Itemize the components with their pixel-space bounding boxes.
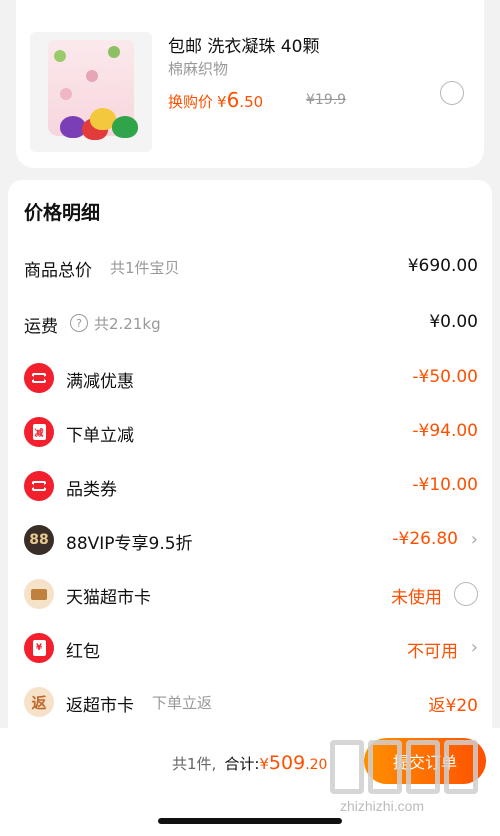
order-discount-label: 下单立减 xyxy=(66,426,134,446)
exchange-price-decimal: .50 xyxy=(239,93,264,111)
goods-total-label: 商品总价 xyxy=(24,261,92,281)
question-icon[interactable]: ? xyxy=(70,314,88,332)
red-envelope-icon: 减 xyxy=(24,417,54,447)
row-cashback-card: 返 返超市卡 下单立返 返¥20 xyxy=(24,687,478,719)
original-price: ¥19.9 xyxy=(306,92,347,108)
category-coupon-value: -¥10.00 xyxy=(412,475,478,495)
total-amount: ¥509.20 xyxy=(259,752,328,774)
full-reduction-label: 满减优惠 xyxy=(66,372,134,392)
ticket-icon xyxy=(24,363,54,393)
tmall-card-label: 天猫超市卡 xyxy=(66,588,151,608)
shipping-weight: 共2.21kg xyxy=(94,315,161,333)
chevron-right-icon[interactable]: › xyxy=(471,637,478,658)
red-packet-icon-text: ¥ xyxy=(32,640,46,656)
shipping-value: ¥0.00 xyxy=(429,312,478,332)
order-summary: 共1件, 合计:¥509.20 xyxy=(172,752,327,774)
tmall-card-radio[interactable] xyxy=(454,582,478,606)
chevron-right-icon[interactable]: › xyxy=(471,529,478,550)
row-red-packet[interactable]: ¥ 红包 不可用 › xyxy=(24,633,478,665)
checkout-bar: 共1件, 合计:¥509.20 提交订单 xyxy=(0,728,500,836)
red-packet-status: 不可用 xyxy=(407,642,458,662)
product-image[interactable] xyxy=(30,32,152,152)
total-label: 合计: xyxy=(224,755,260,773)
cashback-icon: 返 xyxy=(24,687,54,717)
product-title: 包邮 洗衣凝珠 40颗 xyxy=(168,37,320,57)
gift-card-icon xyxy=(24,579,54,609)
price-detail-card: 价格明细 商品总价 共1件宝贝 ¥690.00 运费 ? 共2.21kg ¥0.… xyxy=(8,180,492,728)
total-decimal: .20 xyxy=(305,757,328,773)
row-tmall-card[interactable]: 天猫超市卡 未使用 xyxy=(24,579,478,611)
shipping-label: 运费 xyxy=(24,317,58,337)
row-category-coupon[interactable]: 品类券 -¥10.00 xyxy=(24,471,478,503)
home-indicator xyxy=(158,818,342,824)
88vip-label: 88VIP专享9.5折 xyxy=(66,534,193,554)
exchange-price: 换购价 ¥6.50 xyxy=(168,88,263,112)
select-product-radio[interactable] xyxy=(440,81,464,105)
exchange-price-integer: 6 xyxy=(226,88,240,112)
ticket-icon xyxy=(24,471,54,501)
price-detail-title: 价格明细 xyxy=(24,202,101,224)
order-discount-icon-text: 减 xyxy=(32,424,46,440)
submit-order-button[interactable]: 提交订单 xyxy=(364,738,486,784)
cashback-note: 下单立返 xyxy=(152,694,213,712)
total-symbol: ¥ xyxy=(259,755,269,773)
row-order-discount[interactable]: 减 下单立减 -¥94.00 xyxy=(24,417,478,449)
item-count: 共1件, xyxy=(172,755,217,773)
row-shipping: 运费 ? 共2.21kg ¥0.00 xyxy=(24,308,478,340)
tmall-card-status: 未使用 xyxy=(391,588,442,608)
order-discount-value: -¥94.00 xyxy=(412,421,478,441)
exchange-product-card: 包邮 洗衣凝珠 40颗 棉麻织物 换购价 ¥6.50 ¥19.9 xyxy=(16,0,484,168)
cashback-value: 返¥20 xyxy=(428,696,478,716)
red-packet-label: 红包 xyxy=(66,642,100,662)
row-goods-total: 商品总价 共1件宝贝 ¥690.00 xyxy=(24,252,478,284)
category-coupon-label: 品类券 xyxy=(66,480,117,500)
88vip-icon: 88 xyxy=(24,525,54,555)
exchange-price-symbol: ¥ xyxy=(217,93,227,111)
row-88vip[interactable]: 88 88VIP专享9.5折 -¥26.80 › xyxy=(24,525,478,557)
cashback-label: 返超市卡 xyxy=(66,696,134,716)
row-full-reduction[interactable]: 满减优惠 -¥50.00 xyxy=(24,363,478,395)
exchange-price-label: 换购价 xyxy=(168,93,214,111)
product-subtitle: 棉麻织物 xyxy=(168,60,229,78)
total-integer: 509 xyxy=(268,752,306,774)
goods-total-value: ¥690.00 xyxy=(407,256,478,276)
88vip-value: -¥26.80 xyxy=(392,529,458,549)
full-reduction-value: -¥50.00 xyxy=(412,367,478,387)
red-envelope-icon: ¥ xyxy=(24,633,54,663)
goods-total-note: 共1件宝贝 xyxy=(110,259,180,277)
